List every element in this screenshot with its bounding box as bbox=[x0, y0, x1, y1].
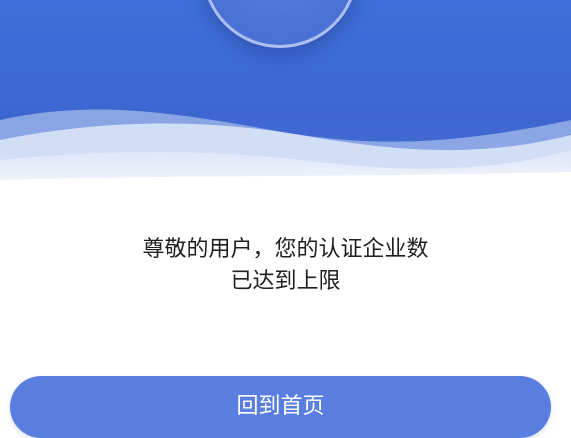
limit-message: 尊敬的用户，您的认证企业数 已达到上限 bbox=[0, 234, 571, 298]
back-to-home-button[interactable]: 回到首页 bbox=[10, 376, 551, 438]
message-line-1: 尊敬的用户，您的认证企业数 bbox=[142, 237, 429, 262]
header-banner bbox=[0, 0, 571, 210]
message-line-2: 已达到上限 bbox=[230, 269, 341, 294]
